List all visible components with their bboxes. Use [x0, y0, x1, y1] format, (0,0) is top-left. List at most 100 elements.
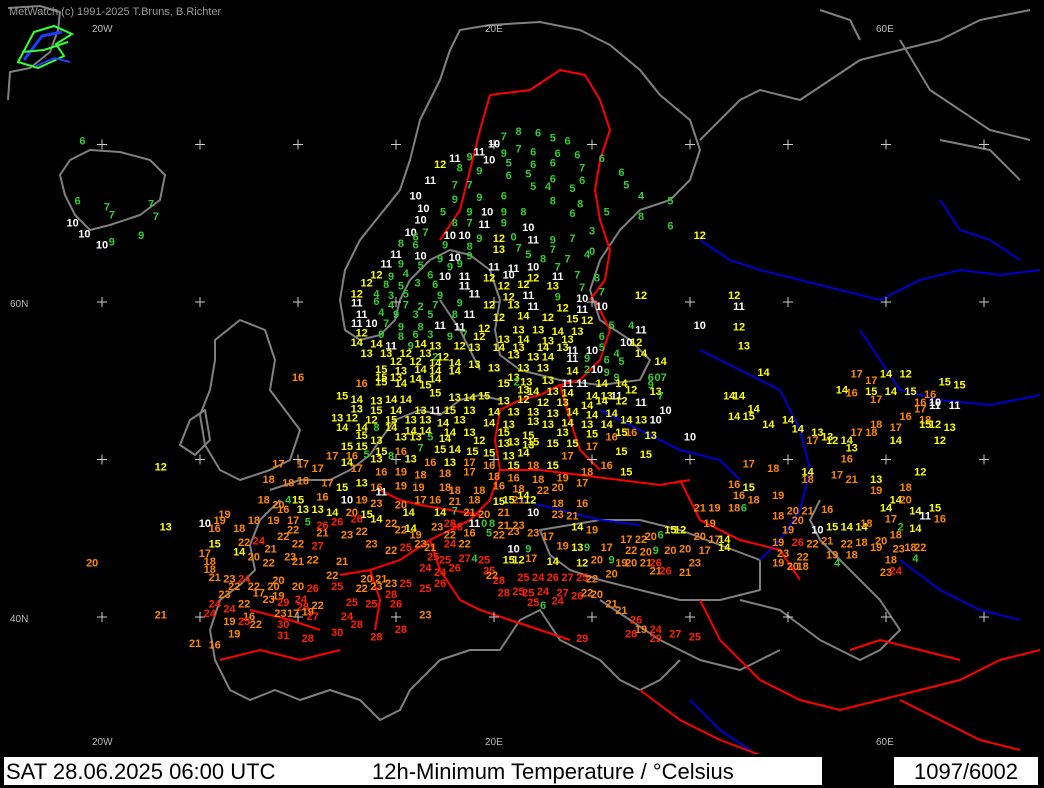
lon-label-bottom-60e: 60E — [876, 737, 894, 748]
station-value: 8 — [373, 422, 379, 434]
station-value: 15 — [483, 447, 495, 459]
station-value: 16 — [493, 480, 505, 492]
station-value: 14 — [596, 378, 609, 390]
station-value: 17 — [586, 441, 598, 453]
station-value: 5 — [427, 309, 433, 321]
station-value: 2 — [584, 364, 590, 376]
station-value: 19 — [870, 542, 882, 554]
station-value: 3 — [415, 277, 421, 289]
station-value: 19 — [772, 558, 784, 570]
station-value: 13 — [738, 340, 750, 352]
status-bar: SAT 28.06.2025 06:00 UTC 12h-Minimum Tem… — [0, 754, 1044, 788]
station-value: 17 — [850, 369, 862, 381]
station-value: 14 — [463, 392, 476, 404]
station-value: 18 — [865, 427, 877, 439]
station-value: 17 — [326, 451, 338, 463]
station-value: 6 — [599, 153, 605, 165]
station-value: 13 — [527, 416, 539, 428]
station-value: 14 — [733, 391, 746, 403]
station-value: 6 — [540, 600, 546, 612]
station-value: 14 — [370, 514, 383, 526]
station-value: 18 — [860, 518, 872, 530]
station-value: 29 — [650, 633, 662, 645]
station-value: 20 — [86, 558, 98, 570]
station-value: 13 — [944, 422, 956, 434]
station-value: 28 — [351, 619, 363, 631]
station-value: 16 — [356, 378, 368, 390]
station-value: 26 — [351, 514, 363, 526]
station-value: 18 — [282, 477, 294, 489]
station-value: 13 — [571, 542, 583, 554]
station-value: 25 — [400, 542, 412, 554]
station-value: 14 — [336, 422, 349, 434]
station-value: 18 — [801, 474, 813, 486]
station-value: 14 — [909, 523, 922, 535]
station-value: 18 — [855, 537, 867, 549]
station-value: 20 — [645, 531, 657, 543]
station-value: 13 — [645, 430, 657, 442]
station-value: 9 — [138, 230, 144, 242]
station-value: 27 — [311, 540, 323, 552]
station-value: 9 — [466, 251, 472, 263]
station-value: 19 — [556, 540, 568, 552]
station-value: 9 — [447, 331, 453, 343]
station-value: 17 — [414, 495, 426, 507]
station-value: 19 — [267, 515, 279, 527]
station-value: 10 — [66, 217, 78, 229]
station-value: 17 — [463, 466, 475, 478]
station-value: 9 — [584, 542, 590, 554]
station-value: 14 — [620, 414, 633, 426]
station-value: 7 — [109, 210, 115, 222]
station-value: 15 — [507, 460, 519, 472]
station-value: 13 — [160, 521, 172, 533]
station-value: 10 — [78, 228, 90, 240]
station-value: 8 — [388, 451, 394, 463]
station-value: 15 — [939, 377, 951, 389]
station-value: 25 — [346, 597, 358, 609]
station-value: 10 — [527, 507, 539, 519]
station-value: 18 — [846, 550, 858, 562]
station-value: 23 — [552, 509, 564, 521]
station-value: 11 — [434, 320, 446, 332]
station-value: 15 — [620, 466, 632, 478]
station-value: 22 — [493, 529, 505, 541]
copyright-credit: MetWatch (c) 1991-2025 T.Bruns, B.Richte… — [9, 6, 221, 18]
station-value: 14 — [547, 556, 560, 568]
station-value: 21 — [316, 528, 328, 540]
status-product-title: 12h-Minimum Temperature / °Celsius — [334, 757, 822, 785]
station-value: 20 — [679, 543, 691, 555]
station-value: 15 — [586, 429, 598, 441]
station-value: 17 — [297, 458, 309, 470]
station-value: 5 — [618, 356, 624, 368]
station-value: 18 — [297, 476, 309, 488]
station-value: 22 — [262, 558, 274, 570]
station-value: 6 — [79, 136, 85, 148]
station-value: 14 — [890, 435, 903, 447]
station-value: 19 — [395, 480, 407, 492]
station-value: 11 — [949, 400, 961, 412]
station-value: 5 — [525, 249, 531, 261]
station-value: 25 — [400, 578, 412, 590]
station-value: 8 — [457, 162, 463, 174]
station-value: 07 — [654, 372, 666, 384]
station-value: 13 — [468, 342, 480, 354]
station-value: 20 — [591, 555, 603, 567]
station-value: 14 — [566, 366, 579, 378]
station-value: 22 — [250, 619, 262, 631]
lat-label-60n: 60N — [10, 299, 28, 310]
station-value: 11 — [424, 175, 436, 187]
station-value: 8 — [398, 331, 404, 343]
station-value: 13 — [395, 432, 407, 444]
station-value: 18 — [748, 495, 760, 507]
station-value: 20 — [605, 569, 617, 581]
station-value: 14 — [517, 447, 530, 459]
station-value: 11 — [635, 397, 647, 409]
station-value: 14 — [517, 490, 530, 502]
station-value: 18 — [233, 523, 245, 535]
station-value: 12 — [454, 340, 466, 352]
station-value: 25 — [689, 632, 701, 644]
station-value: 13 — [507, 406, 519, 418]
station-value: 12 — [615, 395, 627, 407]
station-value: 11 — [478, 219, 490, 231]
station-value: 17 — [351, 463, 363, 475]
